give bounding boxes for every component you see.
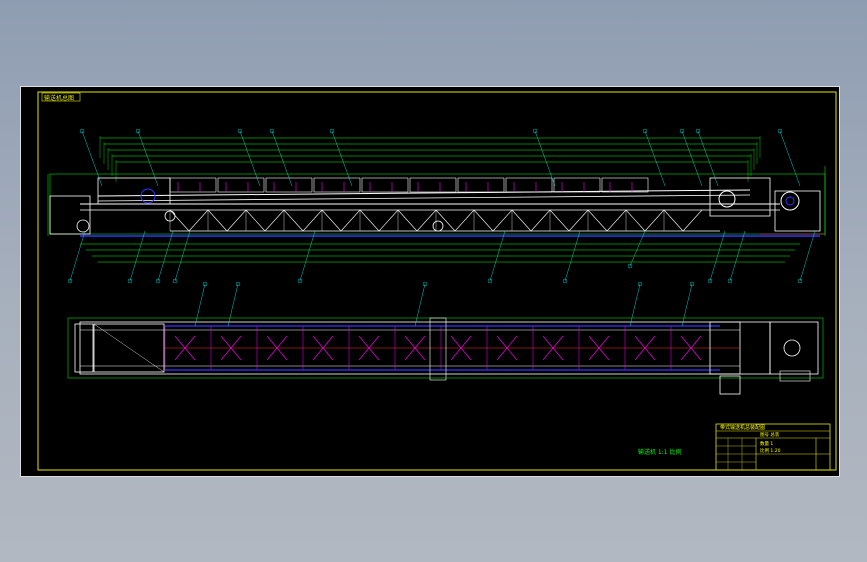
title-block-row4: 比例 1:20 xyxy=(760,447,781,454)
cad-drawing-canvas[interactable]: 输送机总图 带式输送机总装配图 图号 总装 数量 1 比例 1:20 输送机 1… xyxy=(20,86,840,477)
top-plan-view xyxy=(67,281,824,395)
bottom-caption: 输送机 1:1 比例 xyxy=(638,448,681,456)
side-elevation-view xyxy=(47,128,826,284)
title-block-row1: 带式输送机总装配图 xyxy=(720,424,765,431)
drawing-border xyxy=(37,91,837,471)
corner-label: 输送机总图 xyxy=(44,94,74,102)
title-block-row2: 图号 总装 xyxy=(760,431,780,438)
title-block-row3: 数量 1 xyxy=(760,440,773,447)
title-block: 带式输送机总装配图 图号 总装 数量 1 比例 1:20 xyxy=(715,423,831,471)
conveyor-drawing: 输送机总图 带式输送机总装配图 图号 总装 数量 1 比例 1:20 输送机 1… xyxy=(20,86,840,477)
